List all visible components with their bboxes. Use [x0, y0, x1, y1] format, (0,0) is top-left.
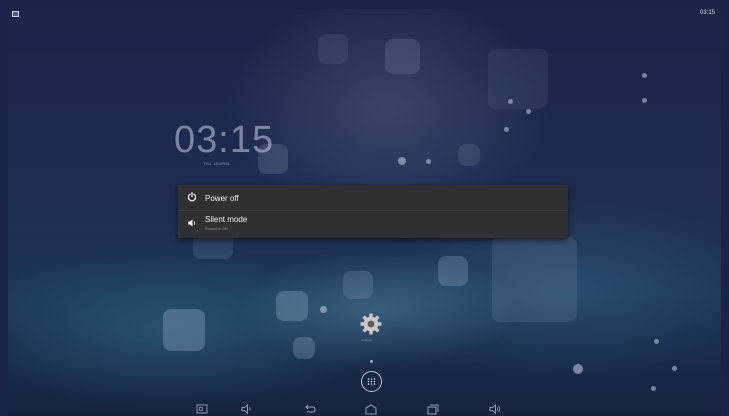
wallpaper-dot [642, 73, 647, 78]
wallpaper-dot [642, 98, 647, 103]
navigation-bar [8, 401, 721, 416]
status-bar-clock: 03:15 [699, 10, 715, 16]
all-apps-button[interactable] [361, 371, 382, 392]
wallpaper-dot [526, 109, 531, 114]
gear-icon[interactable] [359, 312, 383, 336]
wallpaper-dot [320, 306, 327, 313]
wallpaper-dot [508, 99, 513, 104]
wallpaper-bokeh [343, 271, 373, 299]
recent-apps-icon[interactable] [426, 403, 440, 415]
volume-down-icon[interactable] [240, 403, 254, 415]
wallpaper-bokeh [293, 337, 315, 359]
wallpaper-bokeh [163, 309, 205, 351]
date-label: THU, 18 APRIL [203, 161, 231, 166]
back-icon[interactable] [303, 403, 317, 415]
clock-widget[interactable]: 03:15 [174, 119, 274, 162]
power-off-item[interactable]: Power off [178, 185, 568, 211]
wallpaper-dot [654, 339, 659, 344]
screenshot-icon[interactable] [195, 403, 209, 415]
silent-mode-label: Silent mode [205, 215, 248, 224]
home-icon[interactable] [364, 403, 378, 415]
wallpaper-bokeh [488, 49, 548, 109]
wallpaper-dot [573, 364, 583, 374]
power-menu-dialog: Power off Silent mode Sound is ON [178, 185, 568, 238]
wallpaper-dot [398, 157, 406, 165]
settings-shortcut-label: Settings [361, 338, 372, 342]
power-icon [187, 192, 197, 202]
silent-mode-item[interactable]: Silent mode Sound is ON [178, 211, 568, 237]
home-screen: 03:15 03:15 THU, 18 APRIL Power off Sile… [8, 9, 721, 416]
power-off-label: Power off [205, 194, 239, 203]
wallpaper-bokeh [385, 39, 420, 74]
wallpaper-bokeh [276, 291, 308, 321]
wallpaper-bokeh [492, 237, 577, 322]
page-indicator [370, 360, 373, 363]
silent-mode-status: Sound is ON [205, 226, 228, 231]
wallpaper-bokeh [458, 144, 480, 166]
all-apps-icon [367, 378, 376, 385]
wallpaper-dot [672, 366, 677, 371]
wallpaper-bokeh [318, 34, 348, 64]
volume-up-icon[interactable] [488, 403, 502, 415]
volume-icon [188, 219, 196, 227]
wallpaper-dot [426, 159, 431, 164]
wallpaper-dot [504, 127, 509, 132]
wallpaper-bokeh [438, 256, 468, 286]
screenshot-icon [12, 11, 19, 17]
wallpaper-dot [651, 386, 656, 391]
status-bar: 03:15 [8, 9, 721, 19]
